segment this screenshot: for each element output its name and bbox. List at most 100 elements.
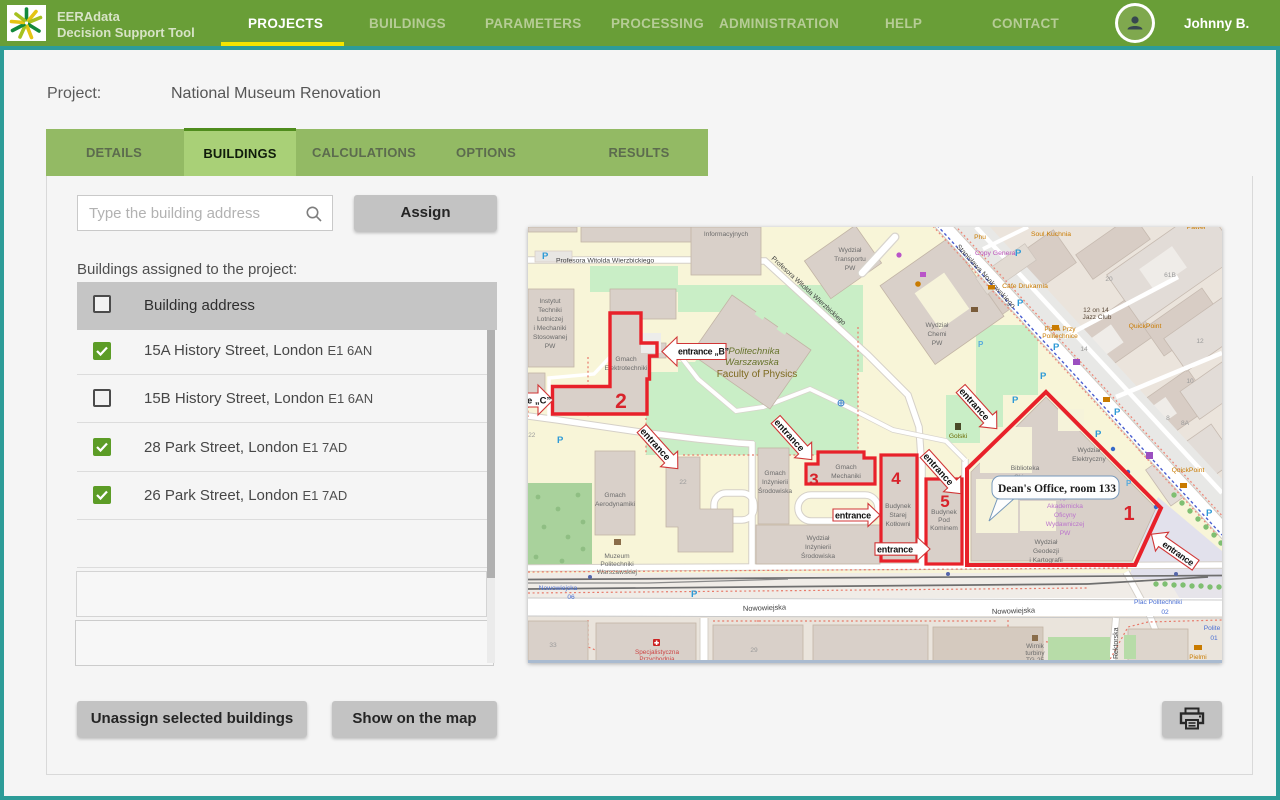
svg-text:PW: PW bbox=[545, 343, 556, 350]
svg-text:Informacyjnych: Informacyjnych bbox=[704, 231, 749, 238]
svg-text:Lotniczej: Lotniczej bbox=[537, 316, 564, 323]
svg-text:61B: 61B bbox=[1164, 272, 1176, 279]
svg-text:P: P bbox=[1053, 342, 1060, 353]
svg-text:Muzeum: Muzeum bbox=[604, 553, 630, 560]
svg-text:14: 14 bbox=[1080, 346, 1088, 353]
svg-text:10: 10 bbox=[1186, 378, 1194, 385]
svg-text:Warszawska: Warszawska bbox=[725, 357, 779, 368]
svg-text:Jazz Club: Jazz Club bbox=[1083, 314, 1112, 321]
svg-text:Rektorska: Rektorska bbox=[1113, 627, 1120, 659]
svg-text:20: 20 bbox=[1105, 276, 1113, 283]
svg-text:i Kartografii: i Kartografii bbox=[1029, 557, 1063, 564]
svg-text:Specjalistyczna: Specjalistyczna bbox=[635, 649, 679, 656]
svg-text:Paweł: Paweł bbox=[1187, 227, 1206, 231]
svg-text:Gmach: Gmach bbox=[835, 464, 857, 471]
svg-text:QuickPoint: QuickPoint bbox=[1129, 323, 1162, 330]
svg-text:P: P bbox=[691, 589, 698, 600]
svg-text:Dean's Office, room 133: Dean's Office, room 133 bbox=[998, 483, 1116, 495]
svg-text:P: P bbox=[1012, 395, 1019, 406]
svg-text:29: 29 bbox=[750, 647, 758, 654]
svg-text:Nowowiejska: Nowowiejska bbox=[992, 605, 1036, 616]
svg-text:P: P bbox=[1114, 407, 1121, 418]
svg-text:Budynek: Budynek bbox=[885, 503, 911, 510]
svg-text:Oficyny: Oficyny bbox=[1054, 512, 1077, 519]
svg-text:e „C”: e „C” bbox=[528, 396, 552, 407]
svg-text:2: 2 bbox=[615, 390, 627, 413]
svg-text:Kotłowni: Kotłowni bbox=[886, 521, 911, 528]
svg-text:Wirnik: Wirnik bbox=[1026, 643, 1045, 650]
svg-text:entrance: entrance bbox=[835, 511, 871, 521]
svg-text:Warszawskiej: Warszawskiej bbox=[597, 569, 638, 576]
svg-text:Akademicka: Akademicka bbox=[1047, 503, 1083, 510]
svg-text:Gmach: Gmach bbox=[615, 356, 637, 363]
svg-text:Stosowanej: Stosowanej bbox=[533, 334, 568, 341]
svg-text:Politechnice: Politechnice bbox=[1042, 333, 1078, 340]
svg-text:Wydział: Wydział bbox=[925, 322, 949, 329]
svg-text:Inżynierii: Inżynierii bbox=[805, 544, 832, 551]
svg-text:Elektryczny: Elektryczny bbox=[1072, 456, 1106, 463]
svg-text:P: P bbox=[978, 340, 984, 349]
svg-text:PW: PW bbox=[932, 340, 943, 347]
svg-text:Środowiska: Środowiska bbox=[758, 486, 792, 495]
svg-text:Chemi: Chemi bbox=[927, 331, 947, 338]
svg-text:Starej: Starej bbox=[889, 512, 907, 519]
svg-text:Geodezji: Geodezji bbox=[1033, 548, 1060, 555]
svg-text:Środowiska: Środowiska bbox=[801, 551, 835, 560]
svg-text:Phu: Phu bbox=[974, 234, 986, 241]
svg-text:Nowowiejska: Nowowiejska bbox=[539, 585, 578, 592]
svg-text:Plac Politechniki: Plac Politechniki bbox=[1134, 599, 1183, 606]
svg-text:Biblioteka: Biblioteka bbox=[1011, 465, 1040, 472]
svg-text:1: 1 bbox=[1123, 503, 1134, 525]
svg-text:P: P bbox=[1017, 298, 1024, 309]
svg-text:P: P bbox=[1095, 429, 1102, 440]
svg-text:Pizza Przy: Pizza Przy bbox=[1044, 326, 1076, 333]
svg-text:Wydział: Wydział bbox=[806, 535, 830, 542]
svg-text:Mechaniki: Mechaniki bbox=[831, 473, 861, 480]
svg-text:Wydawniczej: Wydawniczej bbox=[1046, 521, 1085, 528]
svg-text:Kominem: Kominem bbox=[930, 525, 958, 532]
svg-text:4: 4 bbox=[891, 469, 901, 488]
svg-text:3: 3 bbox=[809, 470, 818, 489]
svg-text:Techniki: Techniki bbox=[538, 307, 562, 314]
svg-text:222: 222 bbox=[528, 432, 536, 439]
svg-text:Inżynierii: Inżynierii bbox=[762, 479, 789, 486]
svg-text:Gmach: Gmach bbox=[604, 492, 626, 499]
svg-text:P: P bbox=[1040, 371, 1047, 382]
svg-text:QuickPoint: QuickPoint bbox=[1172, 467, 1205, 474]
svg-text:Pielmi: Pielmi bbox=[1189, 654, 1206, 661]
svg-text:5: 5 bbox=[940, 492, 949, 511]
svg-text:Profesora Witolda Wierzbickieg: Profesora Witolda Wierzbickiego bbox=[556, 258, 654, 265]
svg-text:PW: PW bbox=[845, 265, 856, 272]
svg-text:P: P bbox=[1206, 508, 1213, 519]
svg-text:12 on 14: 12 on 14 bbox=[1083, 307, 1109, 314]
svg-text:02: 02 bbox=[1161, 609, 1169, 616]
svg-text:i Mechaniki: i Mechaniki bbox=[534, 325, 568, 332]
svg-text:Pod: Pod bbox=[938, 517, 950, 524]
svg-text:P: P bbox=[1015, 248, 1022, 259]
svg-text:P: P bbox=[542, 251, 549, 262]
svg-text:01: 01 bbox=[1210, 635, 1218, 642]
svg-text:PW: PW bbox=[1060, 530, 1071, 537]
svg-text:Wydział: Wydział bbox=[838, 247, 862, 254]
svg-text:Politechnika: Politechnika bbox=[728, 346, 779, 357]
svg-text:22: 22 bbox=[679, 479, 687, 486]
svg-text:entrance: entrance bbox=[877, 545, 913, 555]
svg-text:Copy General: Copy General bbox=[975, 250, 1017, 257]
svg-text:12: 12 bbox=[1196, 338, 1204, 345]
svg-text:Soul Kuchnia: Soul Kuchnia bbox=[1031, 231, 1071, 238]
svg-text:Aerodynamiki: Aerodynamiki bbox=[595, 501, 635, 508]
svg-text:33: 33 bbox=[549, 642, 557, 649]
svg-text:8: 8 bbox=[1166, 415, 1170, 422]
svg-text:Instytut: Instytut bbox=[539, 298, 560, 305]
svg-text:P: P bbox=[557, 435, 564, 446]
svg-text:Golski: Golski bbox=[949, 433, 968, 440]
svg-text:turbiny: turbiny bbox=[1025, 650, 1045, 657]
svg-text:Polite: Polite bbox=[1204, 625, 1221, 632]
svg-text:Transportu: Transportu bbox=[834, 256, 866, 263]
svg-text:Gmach: Gmach bbox=[764, 470, 786, 477]
svg-text:Cafe Drukarnia: Cafe Drukarnia bbox=[1002, 283, 1048, 290]
svg-text:8A: 8A bbox=[1181, 420, 1190, 427]
svg-text:Faculty of Physics: Faculty of Physics bbox=[717, 369, 798, 380]
svg-text:Politechniki: Politechniki bbox=[600, 561, 634, 568]
svg-text:Wydział: Wydział bbox=[1034, 539, 1058, 546]
